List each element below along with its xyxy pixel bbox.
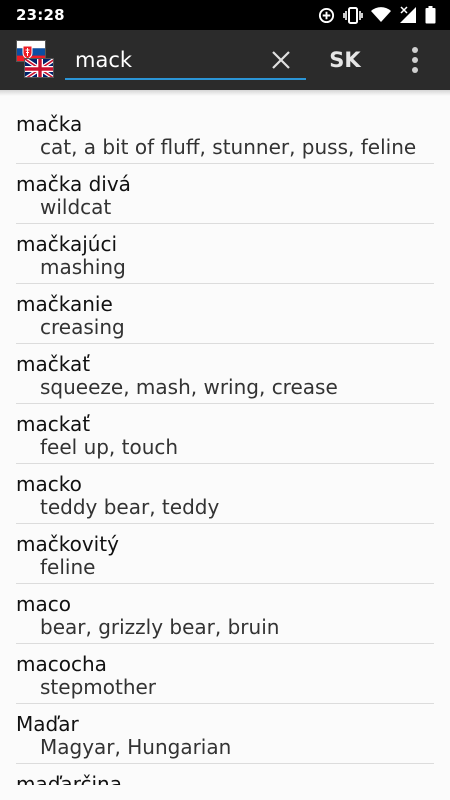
list-item[interactable]: mačkovitý feline [16,524,434,584]
entry-term: Maďar [16,712,79,736]
uk-flag-icon [24,58,54,78]
battery-icon [425,6,436,24]
language-flag-switch[interactable] [14,40,56,80]
entry-term: macko [16,472,82,496]
search-input[interactable] [65,44,260,76]
entry-translation: cat, a bit of fluff, stunner, puss, feli… [40,135,417,159]
entry-translation: teddy bear, teddy [40,495,220,519]
list-item[interactable]: maco bear, grizzly bear, bruin [16,584,434,644]
entry-translation: feel up, touch [40,435,179,459]
entry-translation: squeeze, mash, wring, crease [40,375,338,399]
entry-term: mačka divá [16,172,131,196]
signal-icon [399,6,417,24]
overflow-menu-icon[interactable] [404,44,426,76]
status-time: 23:28 [16,6,65,24]
clear-search-icon[interactable] [269,48,293,72]
data-saver-icon [318,7,335,24]
list-item[interactable]: mačka cat, a bit of fluff, stunner, puss,… [16,90,434,164]
list-item[interactable]: mackať feel up, touch [16,404,434,464]
entry-translation: Magyar, Hungarian [40,735,232,759]
entry-term: mačkajúci [16,232,118,256]
vibrate-icon [343,6,363,24]
results-list[interactable]: mačka cat, a bit of fluff, stunner, puss,… [0,90,450,785]
toolbar-shadow [0,90,450,96]
entry-translation: creasing [40,315,125,339]
list-item[interactable]: macocha stepmother [16,644,434,704]
list-item[interactable]: mačkať squeeze, mash, wring, crease [16,344,434,404]
list-item[interactable]: mačkanie creasing [16,284,434,344]
wifi-icon [371,7,391,23]
entry-term: mackať [16,412,91,436]
entry-translation: mashing [40,255,126,279]
entry-translation: stepmother [40,675,157,699]
entry-term: maďarčina [16,772,122,785]
language-direction-button[interactable]: SK [320,45,370,75]
app-toolbar: SK [0,30,450,90]
list-item[interactable]: macko teddy bear, teddy [16,464,434,524]
entry-term: mačka [16,112,83,136]
entry-translation: wildcat [40,195,112,219]
list-item[interactable]: mačkajúci mashing [16,224,434,284]
entry-term: mačkať [16,352,91,376]
entry-term: macocha [16,652,107,676]
entry-term: mačkovitý [16,532,119,556]
entry-term: mačkanie [16,292,113,316]
list-item[interactable]: Maďar Magyar, Hungarian [16,704,434,764]
status-icons [318,6,436,24]
entry-translation: bear, grizzly bear, bruin [40,615,280,639]
entry-translation: feline [40,555,96,579]
entry-term: maco [16,592,71,616]
list-item[interactable]: mačka divá wildcat [16,164,434,224]
list-item[interactable]: maďarčina [16,764,434,785]
search-box [65,42,306,80]
status-bar: 23:28 [0,0,450,30]
